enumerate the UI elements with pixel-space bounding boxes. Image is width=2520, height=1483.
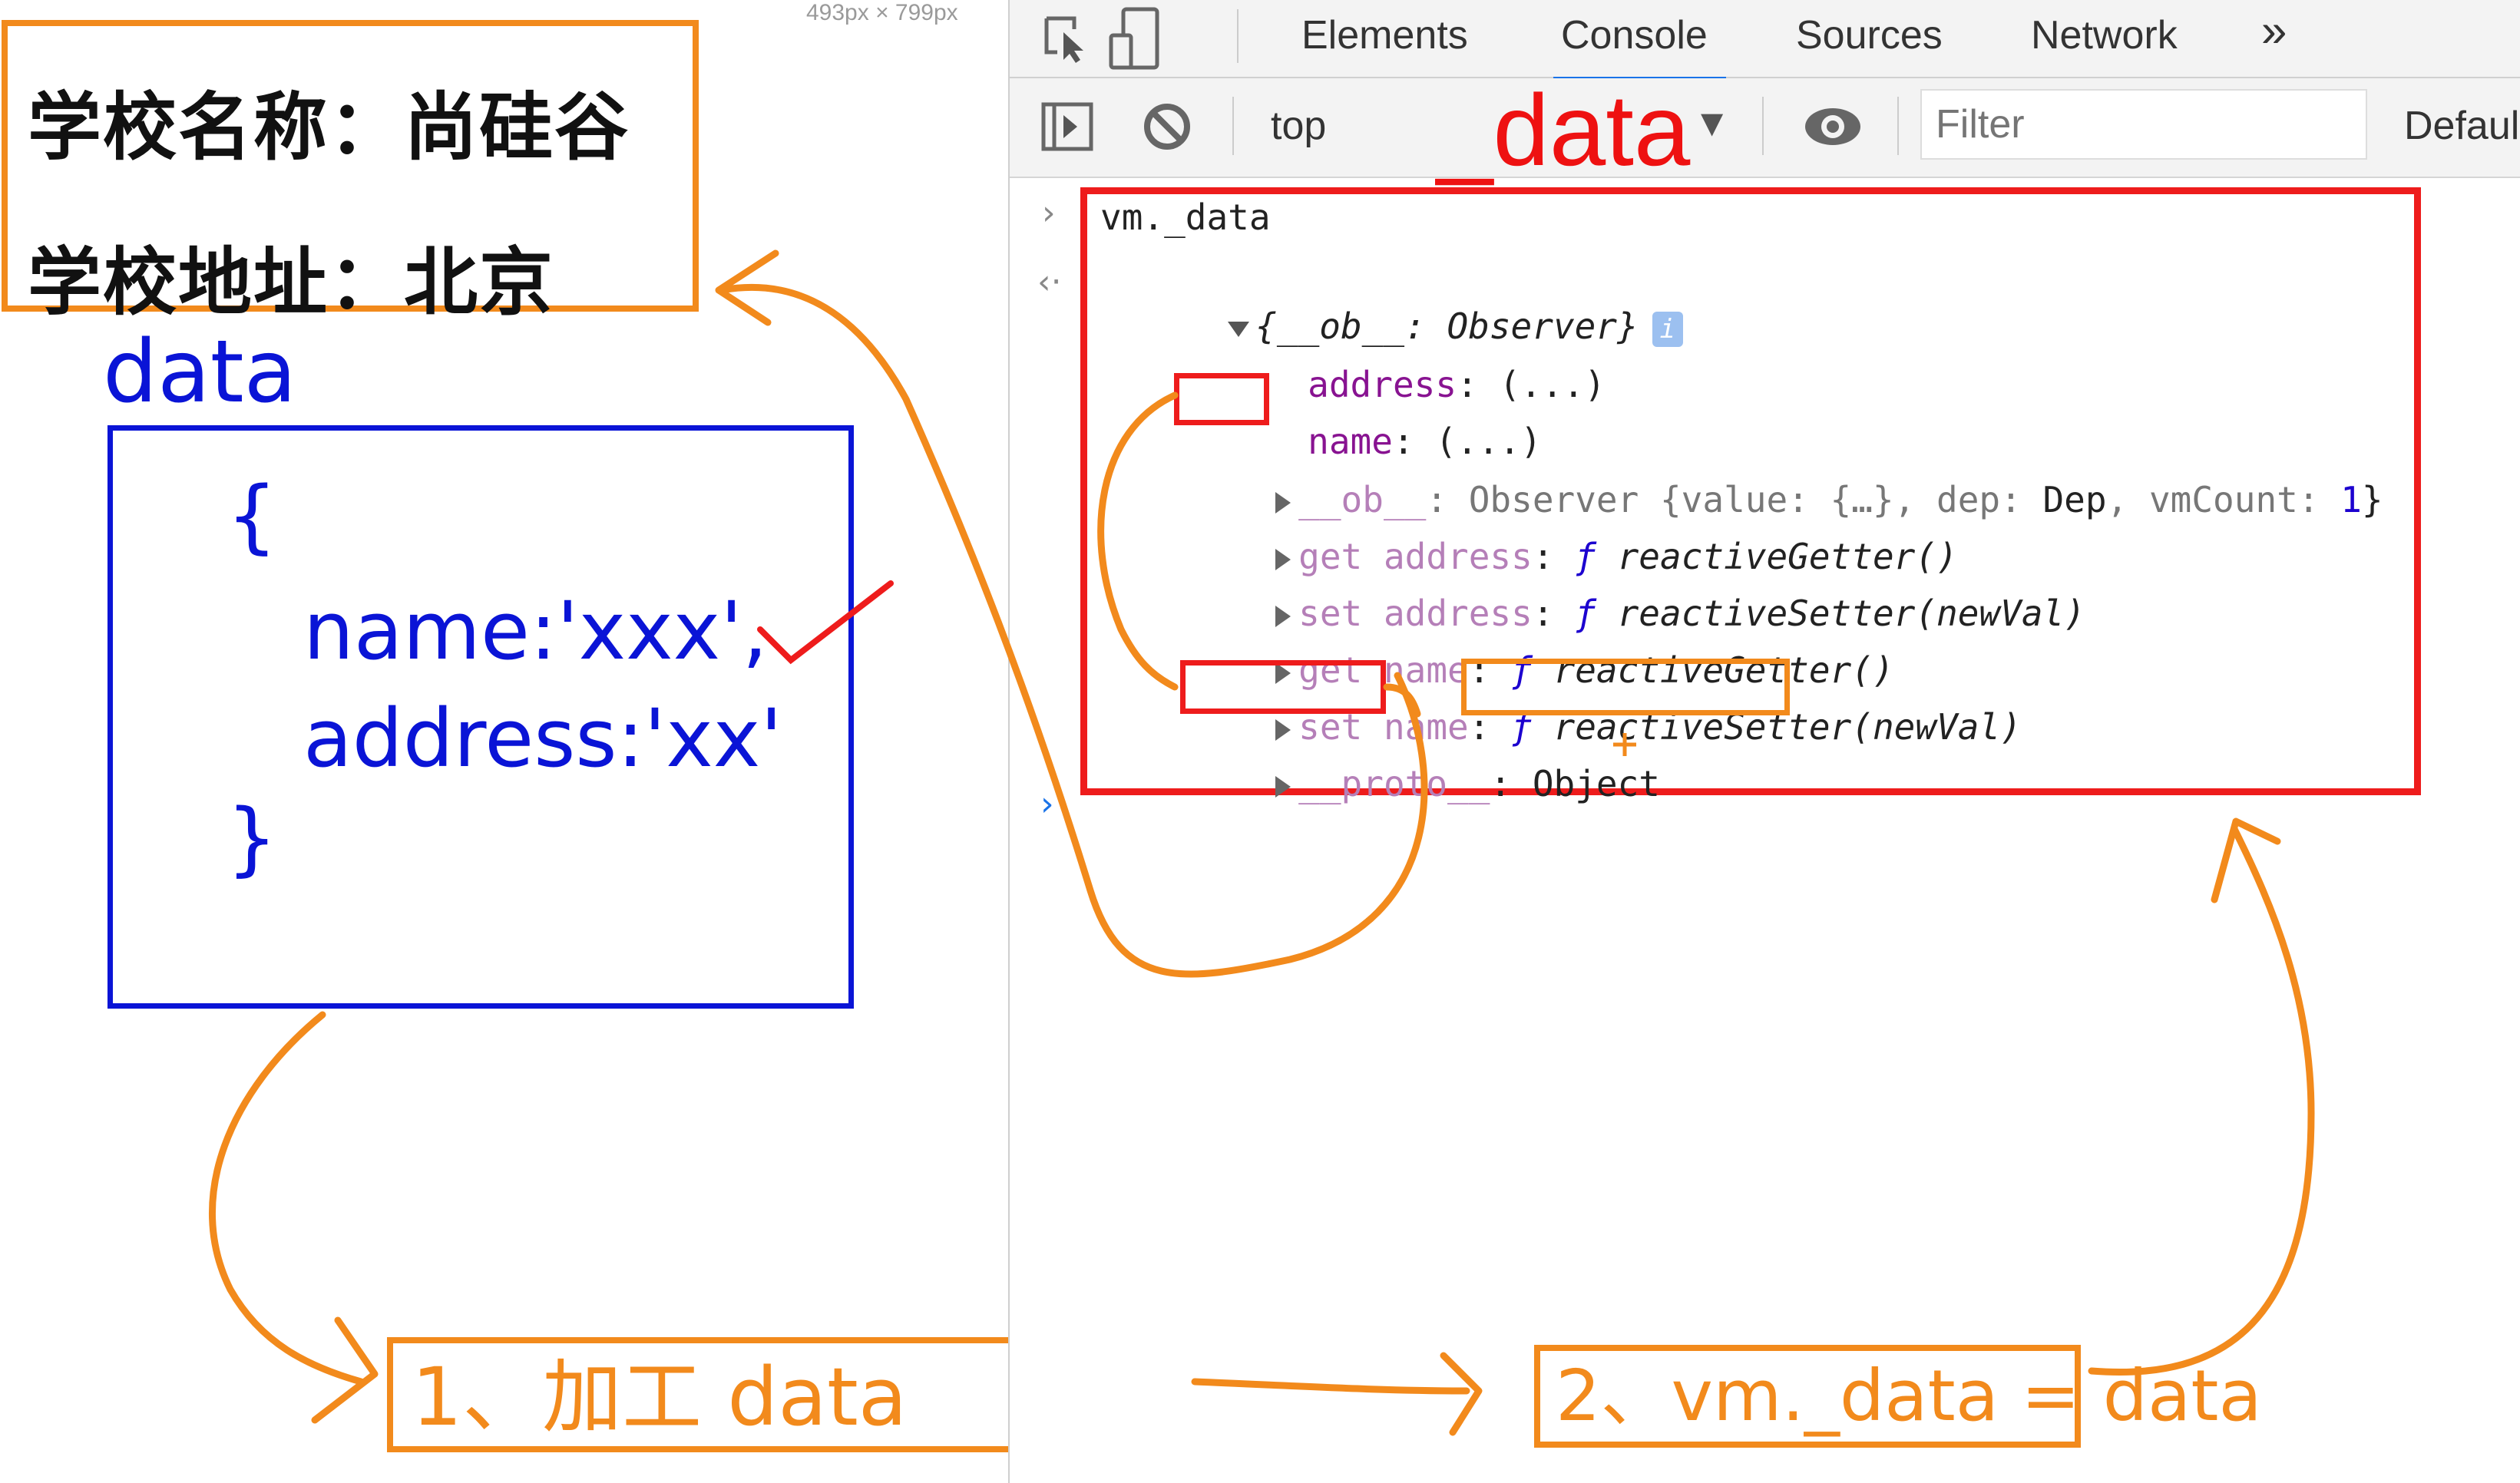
rendered-page: 493px × 799px 学校名称：尚硅谷 学校地址：北京 data { na… (0, 0, 1149, 1483)
console-prompt-icon[interactable]: › (1040, 784, 1054, 824)
devtools-panel: Elements Console Sources Network » top _… (1008, 0, 2520, 1483)
tab-console[interactable]: Console (1553, 11, 1726, 81)
context-dropdown-caret-icon[interactable]: ▼ (1701, 106, 1723, 140)
console-toolbar: top _data ▼ Default levels (1010, 74, 2520, 187)
toolbar-divider (1232, 97, 1234, 155)
open-brace: { (227, 469, 278, 563)
property-value-dep: Dep (2042, 479, 2107, 520)
property-row[interactable]: __proto__: Object (1148, 722, 1660, 846)
property-key: __proto__ (1298, 763, 1490, 804)
data-address-line: address:'xx' (303, 692, 782, 785)
tab-sources[interactable]: Sources (1796, 11, 1943, 77)
property-sep: : (1490, 763, 1533, 804)
school-address-line: 学校地址：北京 (28, 239, 554, 325)
function-args: (newVal) (1915, 593, 2085, 634)
close-brace: } (227, 791, 278, 885)
clear-console-icon[interactable] (1140, 100, 1194, 157)
set-name-highlight-box (1180, 660, 1386, 714)
inspect-element-icon[interactable] (1040, 12, 1094, 69)
toolbar-divider (1897, 97, 1899, 155)
data-label: data (103, 322, 297, 422)
viewport-size-readout: 493px × 799px (806, 0, 958, 25)
property-value-suffix: } (2361, 479, 2383, 520)
step2-annotation-box: 2、vm._data = data (1534, 1345, 2262, 1448)
reactive-setter-highlight-box (1461, 659, 1790, 715)
data-name-line: name:'xxx', (303, 584, 768, 678)
live-expression-eye-icon[interactable] (1802, 101, 1864, 155)
school-info-highlight-box: 学校名称：尚硅谷 学校地址：北京 (2, 20, 699, 325)
input-chevron-icon: › (1042, 193, 1056, 233)
result-arrow-icon: ‹· (1037, 263, 1062, 302)
tab-network[interactable]: Network (2031, 11, 2178, 77)
expand-triangle-icon[interactable] (1275, 775, 1291, 798)
info-icon[interactable]: i (1652, 311, 1683, 347)
name-highlight-box (1174, 373, 1269, 425)
console-filter-input[interactable] (1920, 89, 2367, 160)
devtools-tab-bar: Elements Console Sources Network » (1010, 0, 2520, 81)
property-value: Object (1532, 763, 1660, 804)
function-args: (newVal) (1851, 706, 2022, 748)
log-levels-dropdown[interactable]: Default levels (2404, 103, 2520, 149)
toolbar-divider (1762, 97, 1764, 155)
tab-bar-divider (1237, 9, 1239, 63)
show-sidebar-icon[interactable] (1040, 100, 1094, 157)
console-output: › ‹· vm._data {__ob__: Observer} i addres… (1010, 178, 2520, 1483)
device-toolbar-icon[interactable] (1105, 6, 1166, 74)
data-handwritten-annotation: _data (1437, 74, 1691, 187)
data-object-box: { name:'xxx', address:'xx' } (107, 425, 854, 1009)
school-name-line: 学校名称：尚硅谷 (28, 84, 630, 170)
property-value-count: 1 (2340, 479, 2362, 520)
property-value-mid: , vmCount: (2106, 479, 2341, 520)
summary-close: } (1617, 306, 1639, 347)
context-selector[interactable]: top (1271, 103, 1326, 149)
console-input-command: vm._data (1100, 197, 1271, 238)
tab-elements[interactable]: Elements (1301, 11, 1468, 77)
more-tabs-icon[interactable]: » (2261, 6, 2287, 72)
